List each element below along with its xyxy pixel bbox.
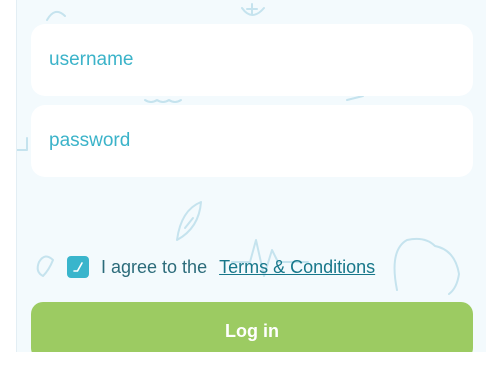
doodle-top-left-icon [46,10,66,21]
doodle-top-center-icon [241,3,265,16]
hand-doodle-icon [393,237,460,295]
login-panel: I agree to the Terms & Conditions Log in [16,0,486,352]
username-field[interactable] [31,24,473,96]
password-input[interactable] [47,129,473,153]
leaf-doodle-icon [176,201,202,241]
agree-checkbox[interactable] [67,256,89,278]
doodle-wave-icon [144,99,182,103]
password-field[interactable] [31,105,473,177]
doodle-heart-left-icon [36,255,54,277]
check-icon [73,262,83,272]
terms-agreement: I agree to the Terms & Conditions [67,254,375,280]
username-input[interactable] [47,48,473,72]
login-button[interactable]: Log in [31,302,473,352]
terms-link[interactable]: Terms & Conditions [219,257,375,278]
doodle-left-icon [17,137,28,151]
agree-text: I agree to the [101,256,208,277]
doodle-dash-icon [346,95,364,101]
